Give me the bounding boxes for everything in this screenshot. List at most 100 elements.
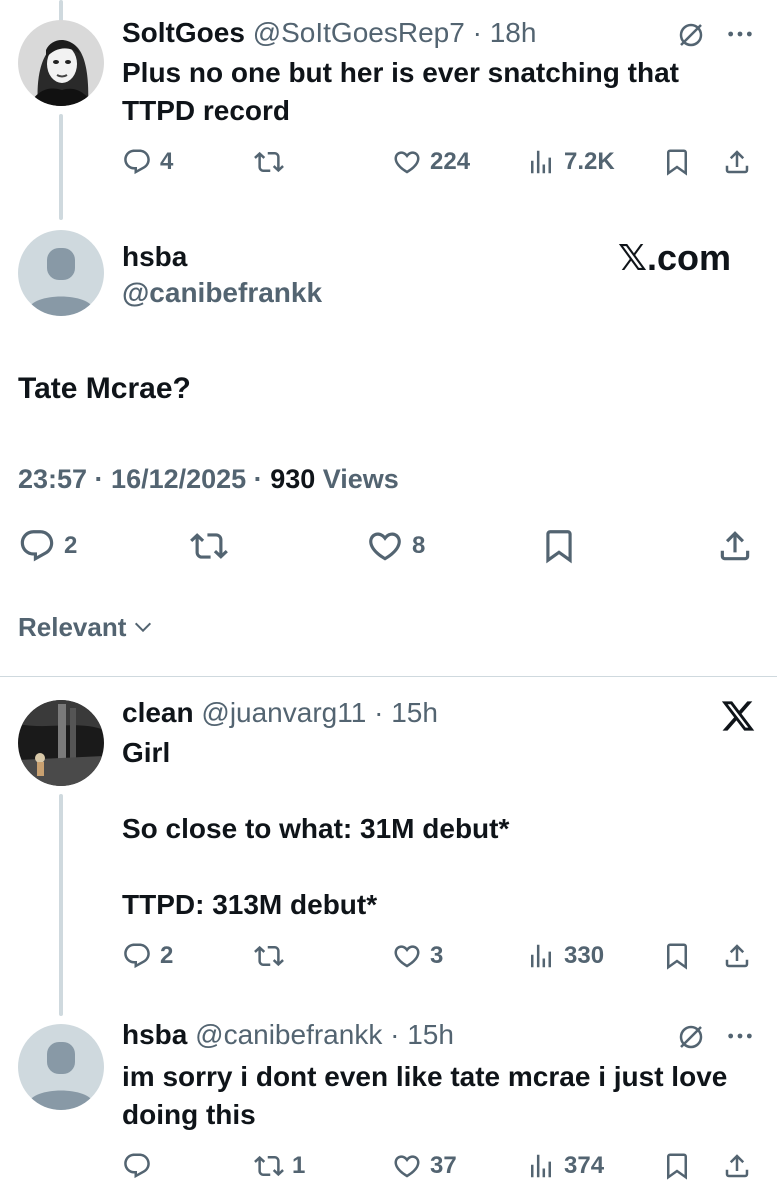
thread-line-1 <box>59 114 63 220</box>
views-count: 7.2K <box>564 148 615 175</box>
share-button[interactable] <box>722 142 752 182</box>
x-com-watermark: 𝕏.com <box>618 237 732 278</box>
reply-icon <box>122 147 152 177</box>
author-name[interactable]: clean <box>122 697 194 728</box>
share-icon <box>722 147 752 177</box>
repost-icon <box>254 147 284 177</box>
views-button[interactable]: 7.2K <box>526 142 615 182</box>
like-button[interactable]: 8 <box>366 526 425 566</box>
bookmark-button[interactable] <box>540 526 578 566</box>
heart-icon <box>392 1151 422 1181</box>
avatar[interactable] <box>18 700 104 786</box>
heart-icon <box>392 147 422 177</box>
like-button[interactable]: 224 <box>392 142 470 182</box>
reply1-header: SoltGoes @SoItGoesRep7 · 18h <box>122 16 536 50</box>
like-button[interactable]: 37 <box>392 1146 457 1186</box>
repost-button[interactable] <box>254 142 292 182</box>
views-chart-icon <box>526 147 556 177</box>
avatar[interactable] <box>18 20 104 106</box>
reply2-actions: 2 3 330 <box>122 936 762 976</box>
reply1-text: Plus no one but her is ever snatching th… <box>122 57 679 126</box>
author-handle[interactable]: @juanvarg11 <box>201 697 366 728</box>
author-name[interactable]: SoltGoes <box>122 17 245 48</box>
author-handle[interactable]: @SoItGoesRep7 <box>253 17 465 48</box>
bookmark-button[interactable] <box>662 1146 692 1186</box>
bookmark-icon <box>662 941 692 971</box>
grok-icon[interactable] <box>676 1022 706 1052</box>
default-profile-icon <box>18 1024 104 1110</box>
like-count: 37 <box>430 1152 457 1179</box>
views-chart-icon <box>526 941 556 971</box>
thread-line-2 <box>59 794 63 1016</box>
post-time[interactable]: 18h <box>490 17 537 48</box>
views-label: Views <box>315 464 399 494</box>
author-handle[interactable]: @canibefrankk <box>195 1019 382 1050</box>
reply3-text: im sorry i dont even like tate mcrae i j… <box>122 1061 728 1130</box>
share-button[interactable] <box>722 936 752 976</box>
reply-button[interactable] <box>122 1146 160 1186</box>
views-count: 374 <box>564 1152 605 1179</box>
share-button[interactable] <box>722 1146 752 1186</box>
grok-icon[interactable] <box>676 20 706 50</box>
repost-icon <box>254 941 284 971</box>
author-handle[interactable]: @canibefrankk <box>122 276 322 310</box>
reply-button[interactable]: 4 <box>122 142 173 182</box>
dot-separator: · <box>464 17 490 48</box>
repost-icon <box>190 527 228 565</box>
post-time[interactable]: 15h <box>407 1019 454 1050</box>
post-time[interactable]: 15h <box>391 697 438 728</box>
reply-button[interactable]: 2 <box>122 936 173 976</box>
reply2-text: Girl So close to what: 31M debut* TTPD: … <box>122 737 510 920</box>
heart-icon <box>366 527 404 565</box>
reply-count: 2 <box>64 532 78 559</box>
bookmark-icon <box>540 527 578 565</box>
share-icon <box>722 941 752 971</box>
avatar[interactable] <box>18 230 104 316</box>
main-post-text: Tate Mcrae? <box>18 372 191 405</box>
dot-separator: · <box>382 1019 408 1050</box>
author-name[interactable]: hsba <box>122 240 187 274</box>
dot-separator: · <box>366 697 392 728</box>
thread-line-top <box>59 0 63 22</box>
reply-icon <box>18 527 56 565</box>
author-name[interactable]: hsba <box>122 1019 187 1050</box>
sort-dropdown[interactable]: Relevant <box>18 610 154 644</box>
reply3-header: hsba @canibefrankk · 15h <box>122 1018 454 1052</box>
views-button[interactable]: 374 <box>526 1146 604 1186</box>
share-icon <box>722 1151 752 1181</box>
profile-photo-woman-icon <box>18 20 104 106</box>
avatar[interactable] <box>18 1024 104 1110</box>
post-timestamp: 23:57 · 16/12/2025 · 930 Views <box>18 462 399 496</box>
reply-count: 2 <box>160 942 174 969</box>
bookmark-button[interactable] <box>662 936 692 976</box>
more-options-icon[interactable] <box>724 1020 756 1052</box>
like-count: 3 <box>430 942 444 969</box>
views-button[interactable]: 330 <box>526 936 604 976</box>
reply2-header: clean @juanvarg11 · 15h <box>122 696 438 730</box>
reply1-actions: 4 224 7.2K <box>122 142 762 182</box>
bookmark-button[interactable] <box>662 142 692 182</box>
reply-button[interactable]: 2 <box>18 526 77 566</box>
x-logo-icon[interactable] <box>720 698 756 734</box>
heart-icon <box>392 941 422 971</box>
reply-icon <box>122 1151 152 1181</box>
repost-button[interactable] <box>190 526 236 566</box>
like-button[interactable]: 3 <box>392 936 443 976</box>
sort-label: Relevant <box>18 612 127 642</box>
views-chart-icon <box>526 1151 556 1181</box>
profile-photo-dark-icon <box>18 700 104 786</box>
views-count: 330 <box>564 942 605 969</box>
repost-button[interactable]: 1 <box>254 1146 305 1186</box>
reply-icon <box>122 941 152 971</box>
views-count: 930 <box>270 464 316 494</box>
date-time[interactable]: 23:57 · 16/12/2025 · <box>18 464 270 494</box>
repost-count: 1 <box>292 1152 306 1179</box>
more-options-icon[interactable] <box>724 18 756 50</box>
repost-icon <box>254 1151 284 1181</box>
reply-count: 4 <box>160 148 174 175</box>
thread-page: SoltGoes @SoItGoesRep7 · 18h Plus no one… <box>0 0 777 1200</box>
repost-button[interactable] <box>254 936 292 976</box>
share-button[interactable] <box>716 526 754 566</box>
share-icon <box>716 527 754 565</box>
like-count: 8 <box>412 532 426 559</box>
